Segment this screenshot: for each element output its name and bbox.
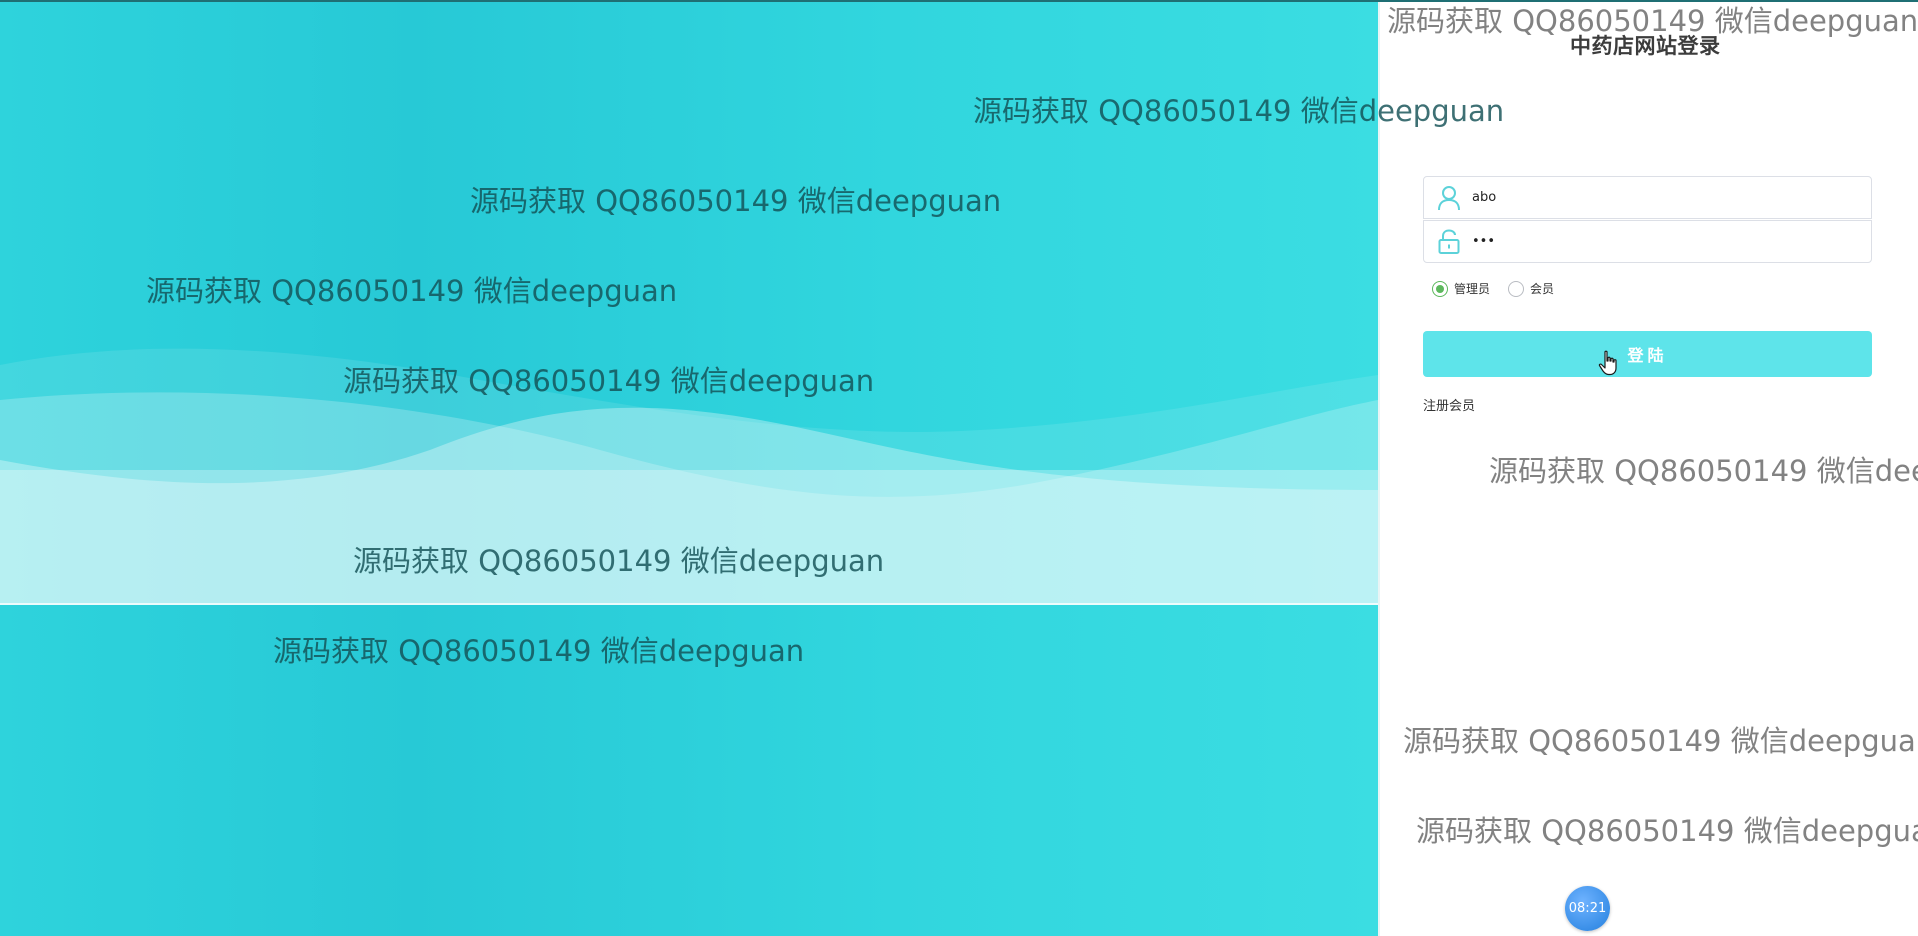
role-label-member: 会员 [1530, 282, 1555, 296]
register-link[interactable]: 注册会员 [1423, 395, 1475, 414]
login-button[interactable]: 登陆 [1423, 331, 1872, 377]
page-title: 中药店网站登录 [1570, 34, 1721, 58]
role-label-admin: 管理员 [1454, 282, 1491, 296]
username-field[interactable] [1423, 176, 1872, 219]
role-radio-member[interactable]: 会员 [1508, 280, 1554, 297]
hand-cursor-icon [1598, 350, 1617, 376]
panel-divider [1378, 0, 1380, 936]
login-panel [1378, 0, 1918, 936]
password-input[interactable] [1472, 226, 1852, 257]
role-selector: 管理员 会员 [1432, 280, 1572, 297]
hero-divider [0, 603, 1378, 605]
clock-badge: 08:21 [1565, 886, 1610, 931]
username-input[interactable] [1472, 182, 1852, 213]
radio-checked-icon [1432, 280, 1448, 297]
login-page: 中药店网站登录 管理员 会员 登陆 注册会员 [0, 0, 1918, 936]
wave-decoration [0, 348, 1378, 605]
user-icon [1436, 185, 1462, 211]
radio-unchecked-icon [1508, 280, 1525, 297]
top-border [0, 0, 1918, 2]
role-radio-admin[interactable]: 管理员 [1432, 280, 1490, 297]
password-field[interactable] [1423, 220, 1872, 263]
lock-icon [1436, 228, 1462, 255]
hero-background [0, 0, 1378, 936]
